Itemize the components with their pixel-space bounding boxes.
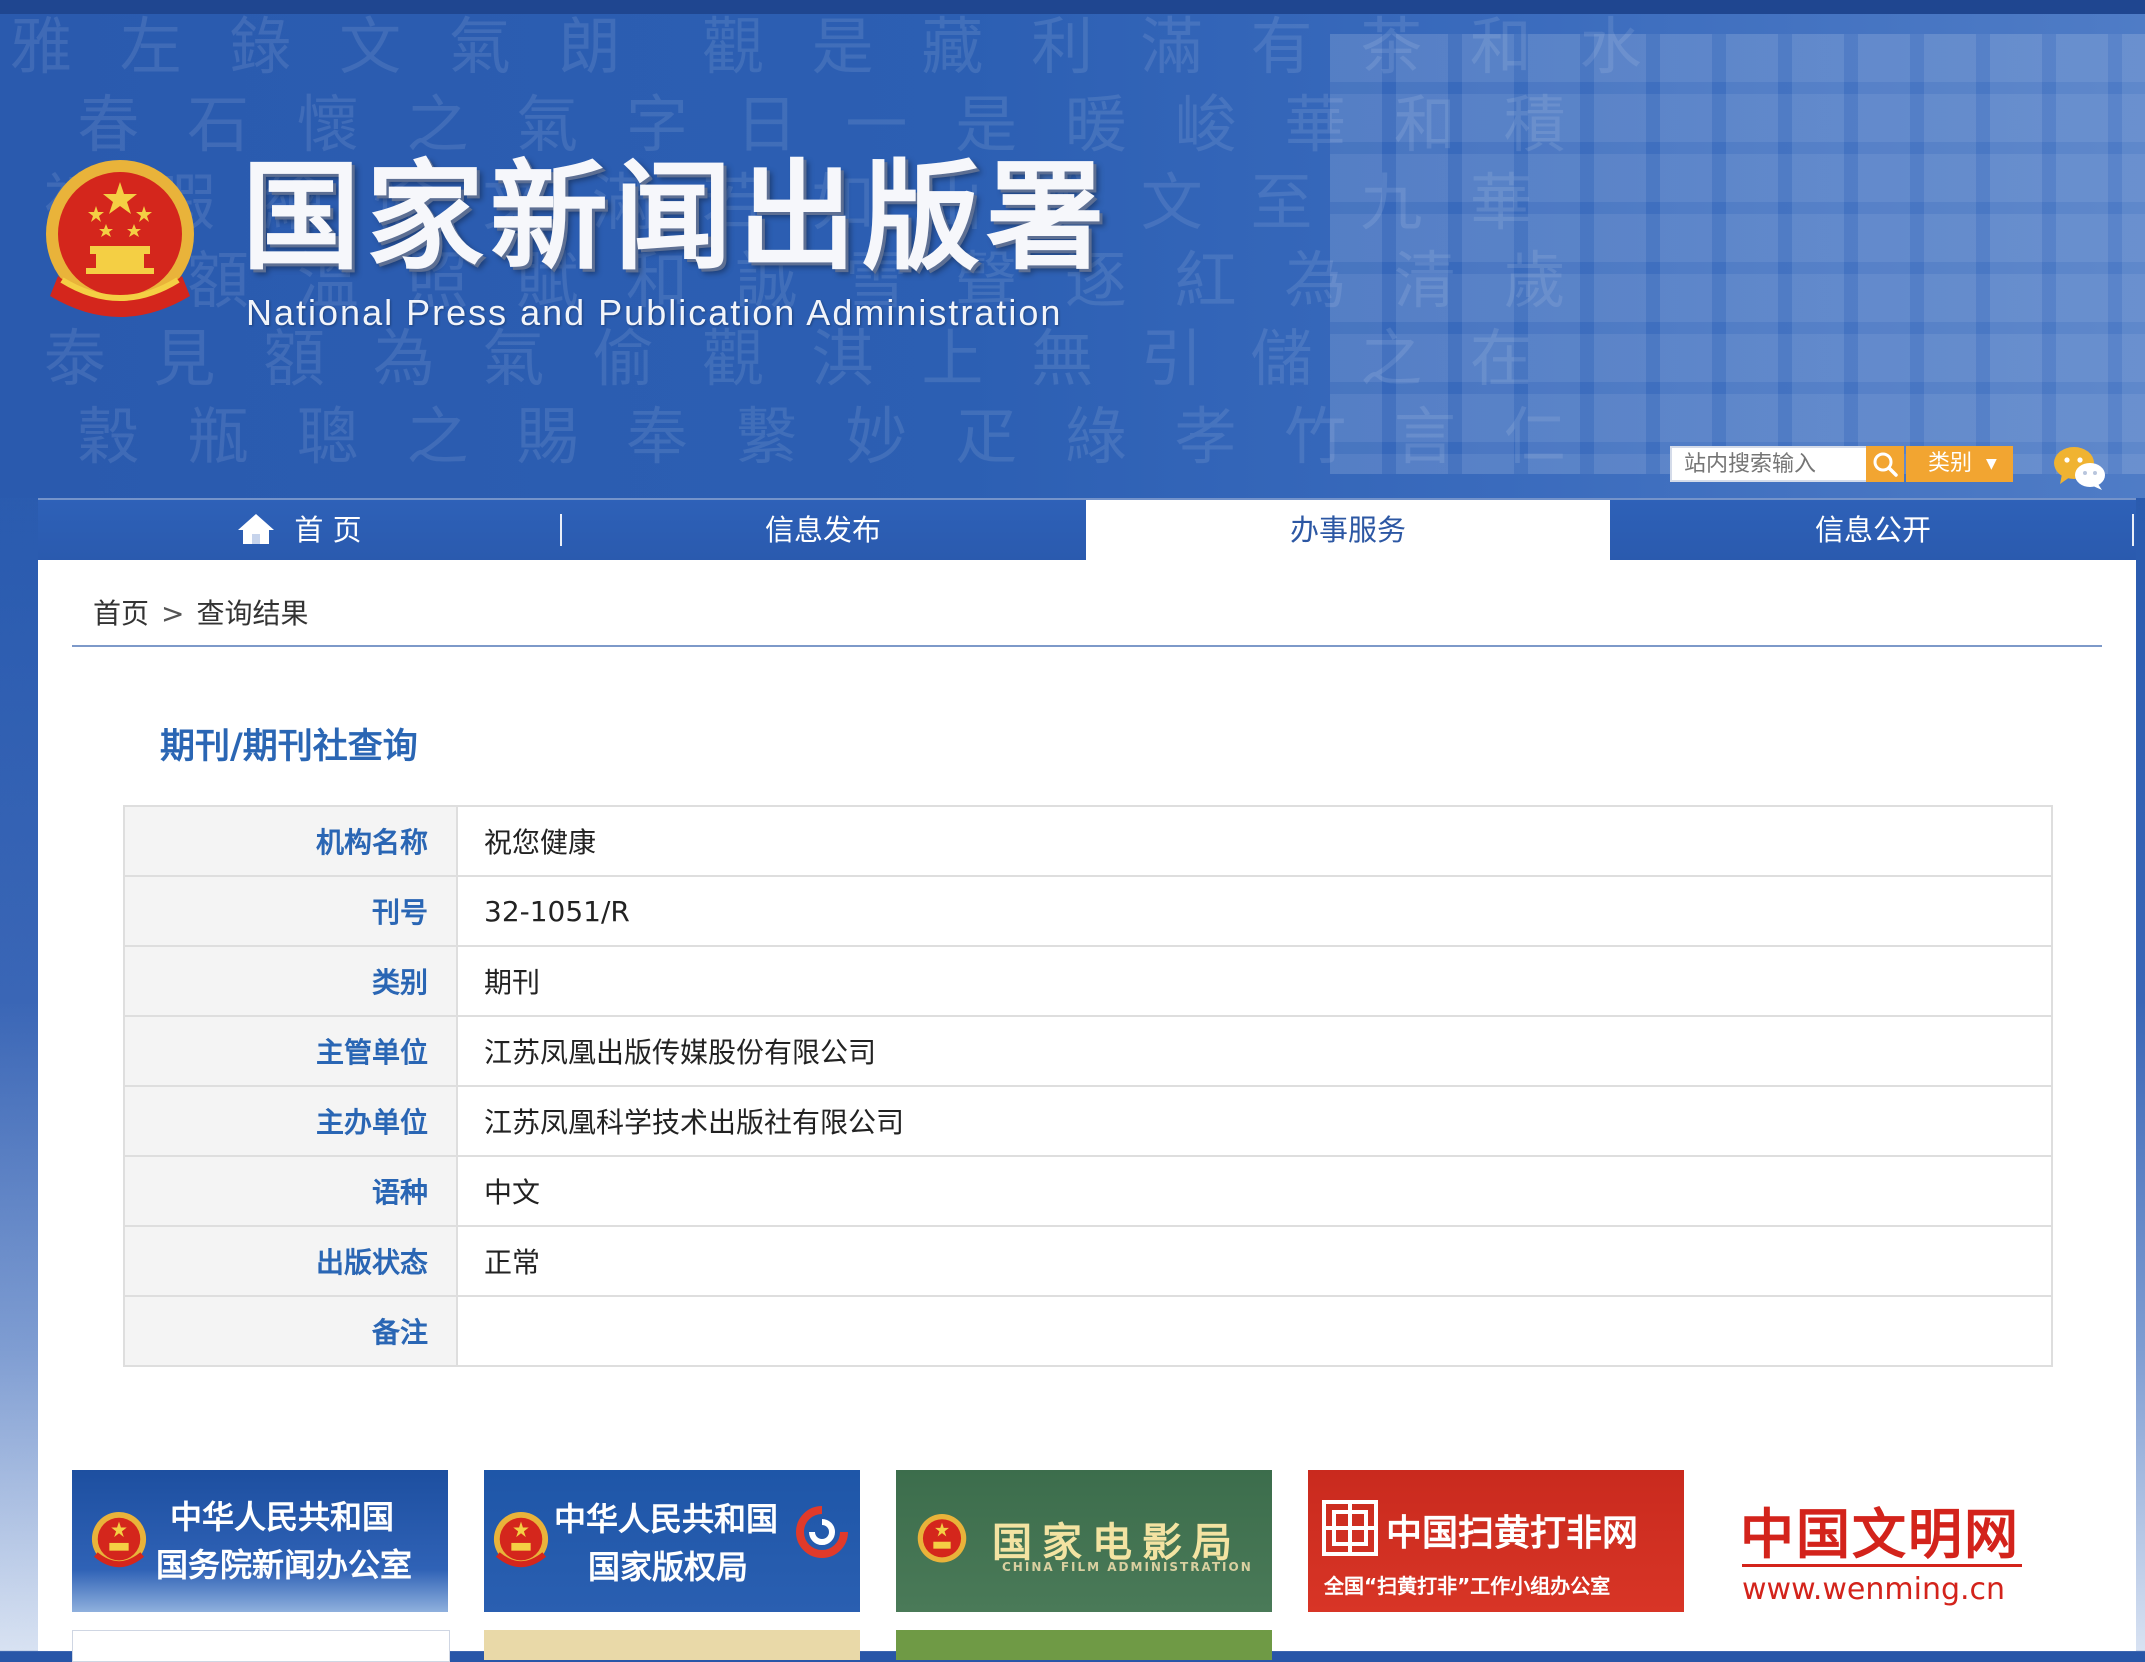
field-value: 正常 <box>456 1225 2053 1297</box>
search-input[interactable] <box>1670 446 1876 482</box>
national-emblem-icon <box>91 1512 147 1568</box>
table-row: 备注 <box>123 1295 2053 1367</box>
field-label: 类别 <box>123 945 458 1017</box>
result-table: 机构名称 祝您健康 刊号 32-1051/R 类别 期刊 主管单位 江苏凤凰出版… <box>123 805 2053 1367</box>
national-emblem-icon <box>493 1512 549 1568</box>
table-row: 出版状态 正常 <box>123 1225 2053 1297</box>
field-label: 主管单位 <box>123 1015 458 1087</box>
nav-info-release[interactable]: 信息发布 <box>562 500 1084 560</box>
table-row: 主办单位 江苏凤凰科学技术出版社有限公司 <box>123 1085 2053 1157</box>
top-strip <box>0 0 2145 14</box>
nav-divider <box>2132 514 2134 546</box>
partner-link-ncac[interactable]: 中华人民共和国 国家版权局 <box>484 1470 860 1612</box>
field-label: 主办单位 <box>123 1085 458 1157</box>
national-emblem-icon <box>46 160 194 317</box>
site-header: 雅 左 錄 文 氣 朗 觀 是 藏 利 滿 有 茶 和 水 春 石 懷 之 氣 … <box>0 14 2145 498</box>
search-icon <box>1873 452 1898 477</box>
field-value: 中文 <box>456 1155 2053 1227</box>
partner-link-more[interactable] <box>72 1630 450 1662</box>
partner-name: 中华人民共和国 <box>554 1500 779 1538</box>
nav-home-label: 首 页 <box>294 513 362 547</box>
table-row: 语种 中文 <box>123 1155 2053 1227</box>
partner-link-film-administration[interactable]: 国家电影局 CHINA FILM ADMINISTRATION <box>896 1470 1272 1612</box>
copyright-swirl-icon <box>796 1506 848 1558</box>
breadcrumb: 首页 > 查询结果 <box>93 592 309 632</box>
field-value: 祝您健康 <box>456 805 2053 877</box>
partner-link-scio[interactable]: 中华人民共和国 国务院新闻办公室 <box>72 1470 448 1612</box>
site-title: 国家新闻出版署 <box>242 148 1111 286</box>
partner-name: 中国文明网 <box>1740 1503 2020 1566</box>
category-dropdown[interactable]: 类别 ▼ <box>1906 446 2013 482</box>
category-label: 类别 <box>1928 451 1973 476</box>
field-label: 机构名称 <box>123 805 458 877</box>
field-label: 出版状态 <box>123 1225 458 1297</box>
partner-links: 中华人民共和国 国务院新闻办公室 中华人民共和国 国家版权局 国家电影局 CHI… <box>72 1470 2132 1662</box>
nav-services[interactable]: 办事服务 <box>1086 500 1610 560</box>
partner-divider <box>1742 1564 2022 1567</box>
chevron-down-icon: ▼ <box>1986 456 1997 472</box>
table-row: 主管单位 江苏凤凰出版传媒股份有限公司 <box>123 1015 2053 1087</box>
partner-link-wenming[interactable]: 中国文明网 www.wenming.cn <box>1720 1470 2096 1612</box>
site-search: 类别 ▼ <box>1670 446 2013 482</box>
table-row: 刊号 32-1051/R <box>123 875 2053 947</box>
page-title: 期刊/期刊社查询 <box>160 727 418 767</box>
search-button[interactable] <box>1866 446 1904 482</box>
partner-name: 中华人民共和国 <box>170 1498 395 1536</box>
field-label: 刊号 <box>123 875 458 947</box>
table-row: 机构名称 祝您健康 <box>123 805 2053 877</box>
national-emblem-icon <box>917 1514 967 1563</box>
breadcrumb-current: 查询结果 <box>196 597 309 630</box>
content-panel: 首页 > 查询结果 期刊/期刊社查询 机构名称 祝您健康 刊号 32-1051/R … <box>38 560 2136 1662</box>
seal-icon <box>1322 1500 1378 1556</box>
partner-subname: 国务院新闻办公室 <box>156 1546 413 1584</box>
partner-name: 中国扫黄打非网 <box>1386 1513 1639 1554</box>
wechat-icon[interactable] <box>2052 444 2106 490</box>
field-value <box>456 1295 2053 1367</box>
tile-pattern-background <box>1330 34 2145 474</box>
main-nav: 首 页 信息发布 办事服务 信息公开 <box>38 498 2136 562</box>
partner-link-more[interactable] <box>484 1630 860 1660</box>
field-value: 32-1051/R <box>456 875 2053 947</box>
breadcrumb-home[interactable]: 首页 <box>93 597 149 630</box>
partner-link-shdf[interactable]: 中国扫黄打非网 全国“扫黄打非”工作小组办公室 <box>1308 1470 1684 1612</box>
home-icon <box>238 514 275 544</box>
field-value: 期刊 <box>456 945 2053 1017</box>
breadcrumb-divider <box>72 645 2102 647</box>
field-label: 语种 <box>123 1155 458 1227</box>
partner-subname: CHINA FILM ADMINISTRATION <box>1002 1560 1253 1574</box>
field-label: 备注 <box>123 1295 458 1367</box>
breadcrumb-separator: > <box>161 597 185 630</box>
partner-subname: 全国“扫黄打非”工作小组办公室 <box>1324 1574 1611 1598</box>
nav-home[interactable]: 首 页 <box>38 500 560 560</box>
site-subtitle: National Press and Publication Administr… <box>246 292 1063 333</box>
table-row: 类别 期刊 <box>123 945 2053 1017</box>
partner-subname: 国家版权局 <box>588 1548 749 1586</box>
field-value: 江苏凤凰科学技术出版社有限公司 <box>456 1085 2053 1157</box>
field-value: 江苏凤凰出版传媒股份有限公司 <box>456 1015 2053 1087</box>
nav-info-disclosure[interactable]: 信息公开 <box>1612 500 2134 560</box>
partner-subname: www.wenming.cn <box>1742 1572 2006 1607</box>
partner-link-more[interactable] <box>896 1630 1272 1660</box>
